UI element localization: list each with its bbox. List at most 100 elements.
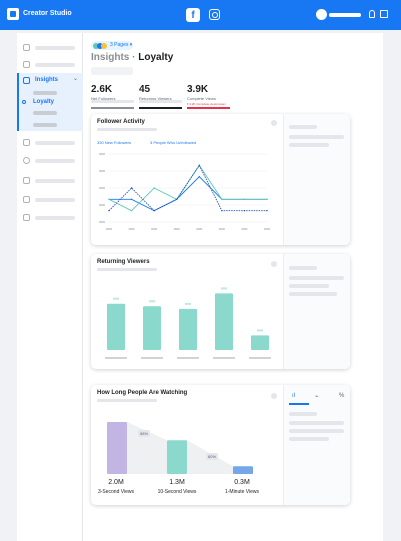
- data-point: [266, 209, 268, 212]
- summary-placeholder: [289, 125, 317, 129]
- y-tick-placeholder: [99, 204, 105, 206]
- insights-icon: [23, 77, 30, 84]
- data-point: [130, 209, 133, 212]
- data-point: [221, 198, 223, 201]
- summary-placeholder: [289, 421, 344, 425]
- data-point: [130, 198, 133, 201]
- y-tick-placeholder: [99, 187, 105, 189]
- data-point: [266, 198, 268, 201]
- sidebar-item-rights[interactable]: [17, 155, 83, 167]
- sidebar-item-label-placeholder: [35, 216, 75, 220]
- sidebar-item-insights[interactable]: Insights ⌄: [17, 75, 83, 87]
- stat-value: 3.9K: [187, 84, 209, 95]
- bar: [143, 306, 161, 350]
- x-tick-placeholder: [264, 228, 270, 230]
- account-name-placeholder[interactable]: [329, 13, 361, 17]
- stat-indicator-line: [187, 107, 230, 109]
- stat-complete-views[interactable]: 3.9K Complete Views ▾ 4.2K Complete view…: [187, 84, 226, 106]
- funnel-value: 2.0M: [108, 479, 124, 486]
- card-summary-panel: [283, 385, 350, 505]
- card-title: Returning Viewers: [97, 259, 150, 265]
- card-title: Follower Activity: [97, 119, 145, 125]
- insights-subitem-placeholder[interactable]: [33, 123, 57, 127]
- funnel-value: 0.3M: [234, 479, 250, 486]
- stat-returning-viewers[interactable]: 45 Returning Viewers: [139, 84, 172, 101]
- summary-placeholder: [289, 135, 344, 139]
- card-subtitle-placeholder: [97, 128, 157, 131]
- pages-selector-label: 3 Pages ▾: [110, 42, 133, 48]
- funnel-value: 1.3M: [169, 479, 185, 486]
- insights-subitem-placeholder[interactable]: [33, 111, 57, 115]
- x-tick-placeholder: [213, 357, 235, 359]
- legend-unfollowed[interactable]: 3 People Who Unfollowed: [150, 140, 196, 145]
- help-icon[interactable]: [380, 10, 388, 18]
- x-tick-placeholder: [177, 357, 199, 359]
- info-icon[interactable]: [271, 393, 277, 399]
- stat-net-followers[interactable]: 2.6K Net Followers: [91, 84, 115, 101]
- funnel-category: 1-Minute Views: [224, 489, 260, 495]
- sidebar-item-settings[interactable]: [17, 194, 83, 206]
- x-tick-placeholder: [173, 228, 180, 230]
- top-navigation-bar: Creator Studio f: [0, 0, 401, 30]
- card-title: How Long People Are Watching: [97, 390, 188, 396]
- percent-tab-icon[interactable]: %: [339, 393, 344, 399]
- funnel-bar: [167, 440, 187, 474]
- summary-placeholder: [289, 412, 317, 416]
- returning-viewers-chart: [105, 287, 271, 359]
- data-point: [221, 209, 223, 212]
- bar-label-placeholder: [185, 302, 191, 305]
- creator-studio-logo-icon[interactable]: [7, 8, 19, 20]
- summary-placeholder: [289, 266, 317, 270]
- bar-chart-tab-icon[interactable]: ıl: [292, 393, 295, 399]
- library-icon: [23, 214, 30, 221]
- sound-icon: [23, 177, 30, 184]
- chevron-down-icon[interactable]: ⌄: [73, 75, 78, 82]
- legend-new-followers[interactable]: 330 New Followers: [97, 140, 131, 145]
- rights-icon: [23, 157, 30, 164]
- bar-label-placeholder: [113, 297, 119, 300]
- sidebar-item-posts[interactable]: [17, 59, 83, 71]
- conversion-badge: 58%: [138, 430, 151, 437]
- settings-icon: [23, 196, 30, 203]
- funnel-bar: [107, 422, 127, 474]
- date-range-placeholder[interactable]: [91, 67, 133, 75]
- pages-selector[interactable]: 3 Pages ▾: [91, 41, 133, 50]
- sidebar-subitem-loyalty[interactable]: Loyalty: [33, 99, 54, 105]
- data-point: [243, 209, 246, 212]
- data-point: [153, 187, 155, 189]
- conversion-badge: 80%: [206, 453, 219, 460]
- facebook-tab-icon[interactable]: f: [186, 8, 200, 22]
- line-chart-tab-icon[interactable]: ⌁: [315, 393, 319, 400]
- info-icon[interactable]: [271, 120, 277, 126]
- account-avatar[interactable]: [316, 9, 327, 20]
- bell-icon[interactable]: [369, 10, 375, 18]
- instagram-tab-icon[interactable]: [209, 9, 220, 20]
- card-summary-panel: [283, 114, 350, 245]
- title-section: Insights: [91, 52, 130, 63]
- monetization-icon: [23, 139, 30, 146]
- sidebar-item-sound[interactable]: [17, 175, 83, 187]
- app-title[interactable]: Creator Studio: [23, 10, 72, 17]
- x-tick-placeholder: [151, 228, 158, 230]
- info-icon[interactable]: [271, 261, 277, 267]
- funnel-category: 10-Second Views: [157, 489, 197, 495]
- watch-time-chart: [107, 422, 253, 474]
- x-tick-placeholder: [196, 228, 203, 230]
- card-subtitle-placeholder: [97, 399, 157, 402]
- sidebar-item-monetization[interactable]: [17, 137, 83, 149]
- page-title: Insights · Loyalty: [91, 52, 173, 63]
- summary-placeholder: [289, 143, 329, 147]
- card-subtitle-placeholder: [97, 268, 157, 271]
- bar-label-placeholder: [257, 329, 263, 332]
- sidebar-item-home[interactable]: [17, 42, 83, 54]
- insights-subitem-placeholder[interactable]: [33, 91, 57, 95]
- title-page: Loyalty: [138, 52, 174, 63]
- sidebar-item-label-placeholder: [35, 141, 75, 145]
- sidebar-item-label-placeholder: [35, 46, 75, 50]
- sidebar-item-library[interactable]: [17, 212, 83, 224]
- x-tick-placeholder: [249, 357, 271, 359]
- sidebar-item-label-placeholder: [35, 63, 75, 67]
- summary-placeholder: [289, 276, 344, 280]
- bar: [107, 303, 125, 350]
- summary-placeholder: [289, 429, 344, 433]
